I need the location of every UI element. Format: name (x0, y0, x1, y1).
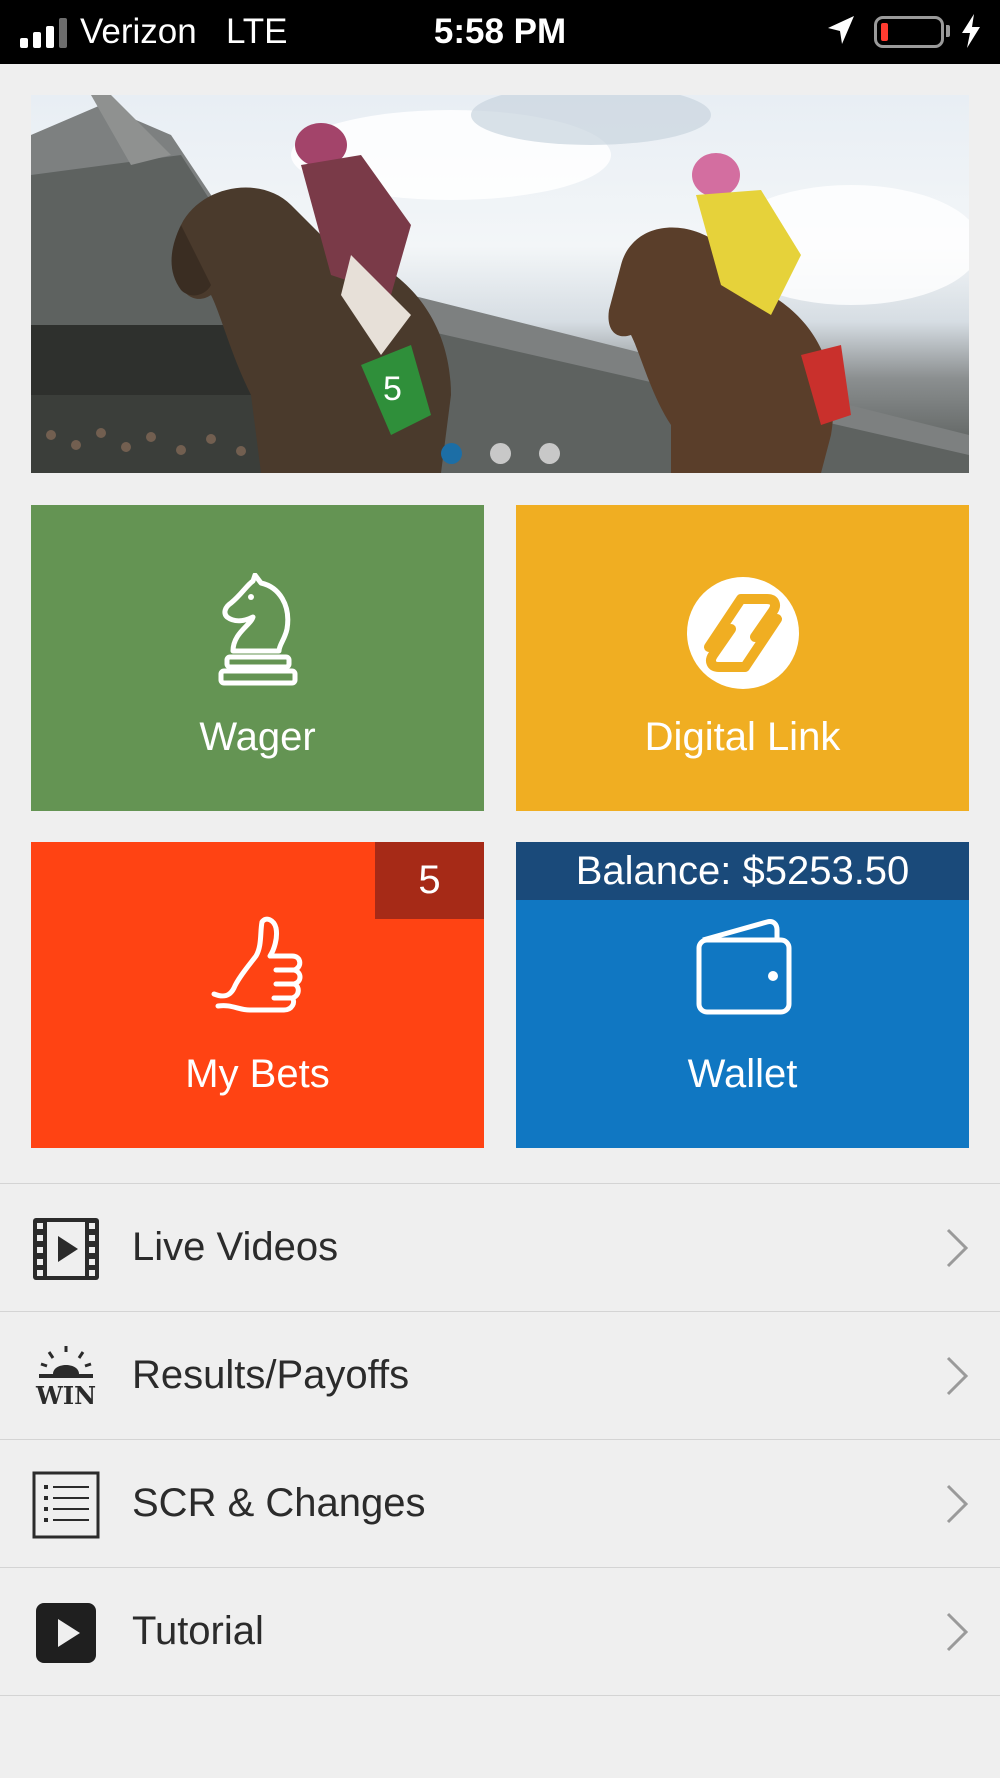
film-play-icon (31, 1214, 101, 1284)
carousel-dot-2[interactable] (489, 443, 511, 464)
carousel-page-indicator[interactable] (31, 443, 969, 465)
menu-item-label: SCR & Changes (132, 1481, 426, 1525)
wallet-icon (516, 916, 969, 1016)
menu-item-scr-changes[interactable]: SCR & Changes (0, 1440, 1000, 1568)
svg-text:WIN: WIN (35, 1381, 96, 1410)
menu-item-live-videos[interactable]: Live Videos (0, 1184, 1000, 1312)
wallet-label: Wallet (687, 1052, 798, 1096)
wager-tile[interactable]: Wager (31, 505, 484, 811)
menu-item-tutorial[interactable]: Tutorial (0, 1568, 1000, 1696)
digital-link-tile[interactable]: Digital Link (516, 505, 969, 811)
chevron-right-icon (946, 1228, 969, 1268)
wallet-balance: Balance: $5253.50 (516, 842, 969, 900)
play-button-icon (31, 1598, 101, 1668)
carousel-dot-3[interactable] (538, 443, 560, 464)
digital-link-logo-icon (516, 575, 969, 691)
battery-nub (946, 25, 950, 37)
carousel-dot-1[interactable] (440, 443, 462, 464)
status-bar: Verizon LTE 5:58 PM (0, 0, 1000, 64)
charging-bolt-icon (962, 14, 980, 48)
list-icon (31, 1470, 101, 1540)
chess-knight-icon (31, 573, 484, 687)
menu-item-label: Results/Payoffs (132, 1353, 410, 1397)
menu-item-label: Live Videos (132, 1225, 339, 1269)
horse-race-photo: 5 (31, 95, 969, 473)
svg-text:5: 5 (383, 370, 402, 408)
thumbs-up-icon (31, 916, 484, 1014)
my-bets-tile[interactable]: 5 My Bets (31, 842, 484, 1148)
battery-icon (874, 16, 944, 48)
digital-link-label: Digital Link (644, 715, 841, 759)
chevron-right-icon (946, 1612, 969, 1652)
menu-item-results-payoffs[interactable]: WIN Results/Payoffs (0, 1312, 1000, 1440)
bets-count-badge: 5 (375, 842, 484, 919)
wager-label: Wager (199, 715, 316, 759)
wallet-tile[interactable]: Balance: $5253.50 Wallet (516, 842, 969, 1148)
chevron-right-icon (946, 1356, 969, 1396)
promo-banner-carousel[interactable]: 5 (31, 95, 969, 473)
location-arrow-icon (828, 16, 854, 44)
menu-list: Live Videos WIN Results/Payoffs SCR & Ch… (0, 1183, 1000, 1696)
menu-item-label: Tutorial (132, 1609, 264, 1653)
win-alarm-icon: WIN (31, 1342, 101, 1412)
my-bets-label: My Bets (185, 1052, 330, 1096)
chevron-right-icon (946, 1484, 969, 1524)
